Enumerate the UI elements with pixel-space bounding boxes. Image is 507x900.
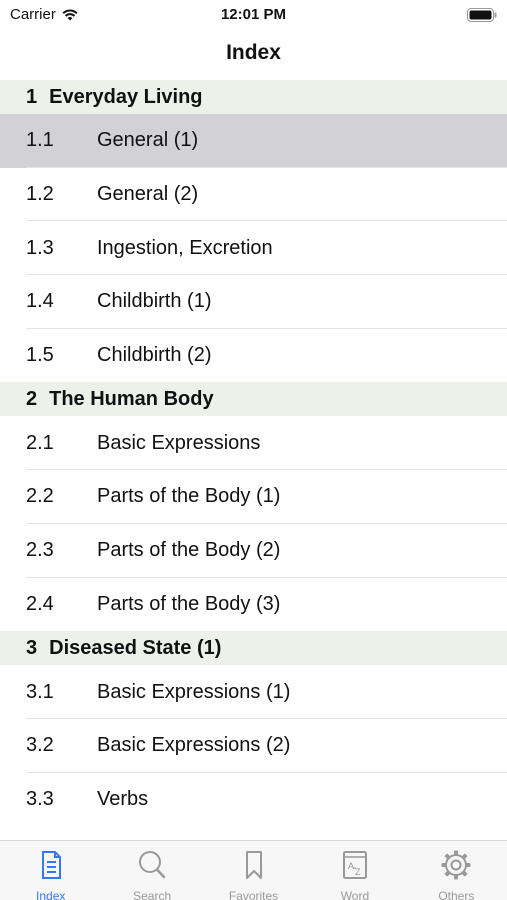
item-label: Parts of the Body (2)	[97, 539, 281, 562]
item-label: Childbirth (2)	[97, 344, 212, 367]
list-item-2-2[interactable]: 2.2 Parts of the Body (1)	[0, 470, 507, 524]
item-number: 1.3	[26, 236, 54, 259]
tab-label: Others	[438, 889, 475, 900]
section-header-everyday-living: 1 Everyday Living	[0, 80, 507, 114]
page-title: Index	[226, 41, 281, 64]
item-label: Basic Expressions (1)	[97, 680, 291, 703]
section-title: The Human Body	[49, 387, 214, 410]
navigation-bar: Index	[0, 30, 507, 78]
list-item-3-3[interactable]: 3.3 Verbs	[0, 773, 507, 827]
section-number: 3	[26, 636, 38, 659]
item-number: 2.4	[26, 592, 54, 615]
item-number: 3.3	[26, 787, 54, 810]
item-label: Basic Expressions (2)	[97, 734, 291, 757]
item-number: 1.5	[26, 344, 54, 367]
list-item-3-2[interactable]: 3.2 Basic Expressions (2)	[0, 719, 507, 773]
list-item-1-4[interactable]: 1.4 Childbirth (1)	[0, 275, 507, 329]
clock: 12:01 PM	[220, 6, 287, 23]
section-number: 1	[26, 85, 38, 108]
index-list[interactable]: 1 Everyday Living 1.1 General (1) 1.2 General…	[0, 80, 507, 840]
item-number: 1.2	[26, 183, 54, 206]
tab-favorites[interactable]: Favorites	[203, 841, 304, 900]
item-label: Verbs	[97, 787, 149, 810]
status-bar: Carrier 12:01 PM	[0, 0, 507, 30]
tab-label: Favorites	[228, 889, 279, 900]
tab-label: Search	[133, 889, 172, 900]
list-item-2-4[interactable]: 2.4 Parts of the Body (3)	[0, 578, 507, 632]
item-number: 3.1	[26, 680, 54, 703]
tab-others[interactable]: Others	[406, 841, 507, 900]
item-label: Childbirth (1)	[97, 290, 212, 313]
item-number: 1.4	[26, 290, 54, 313]
tab-bar: Index Search Favorites A Z Word Others	[0, 840, 507, 900]
list-item-1-5[interactable]: 1.5 Childbirth (2)	[0, 329, 507, 383]
list-item-2-3[interactable]: 2.3 Parts of the Body (2)	[0, 524, 507, 578]
document-icon	[34, 841, 68, 887]
list-item-1-2[interactable]: 1.2 General (2)	[0, 168, 507, 222]
tab-index[interactable]: Index	[0, 841, 101, 900]
section-header-the-human-body: 2 The Human Body	[0, 382, 507, 417]
svg-text:A: A	[348, 861, 354, 871]
battery-icon	[467, 8, 497, 22]
tab-label: Word	[340, 889, 370, 900]
item-label: Parts of the Body (1)	[97, 485, 281, 508]
gear-icon	[439, 841, 473, 887]
item-number: 1.1	[26, 129, 54, 152]
item-number: 3.2	[26, 734, 54, 757]
item-number: 2.2	[26, 485, 54, 508]
list-item-1-1[interactable]: 1.1 General (1)	[0, 114, 507, 168]
item-number: 2.1	[26, 431, 54, 454]
list-item-2-1[interactable]: 2.1 Basic Expressions	[0, 416, 507, 471]
item-label: General (1)	[97, 129, 199, 152]
item-number: 2.3	[26, 539, 54, 562]
item-label: Basic Expressions	[97, 431, 261, 454]
item-label: Ingestion, Excretion	[97, 236, 273, 259]
dictionary-icon: AZ	[338, 841, 372, 887]
item-label: General (2)	[97, 183, 199, 206]
list-item-3-1[interactable]: 3.1 Basic Expressions (1)	[0, 665, 507, 719]
section-title: Everyday Living	[49, 85, 203, 108]
tab-label: Index	[36, 889, 66, 900]
section-number: 2	[26, 387, 38, 410]
section-title: Diseased State (1)	[49, 636, 222, 659]
bookmark-icon	[237, 841, 271, 887]
tab-search[interactable]: Search	[101, 841, 202, 900]
list-item-1-3[interactable]: 1.3 Ingestion, Excretion	[0, 221, 507, 276]
search-icon	[135, 841, 169, 887]
section-header-diseased-state-1: 3 Diseased State (1)	[0, 631, 507, 666]
tab-word[interactable]: A Z Word	[304, 841, 405, 900]
item-label: Parts of the Body (3)	[97, 592, 281, 615]
